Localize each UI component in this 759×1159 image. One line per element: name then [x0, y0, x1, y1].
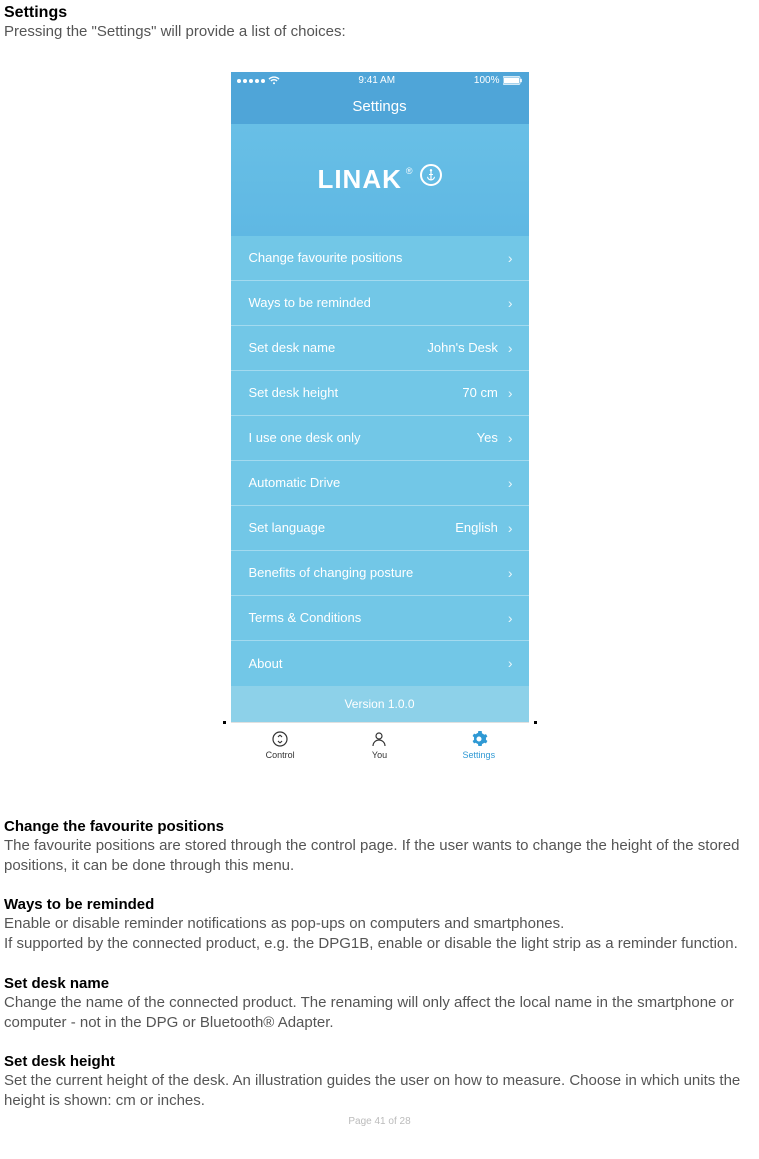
page-title: Settings — [0, 0, 759, 22]
tab-label: Control — [266, 750, 295, 760]
status-right: 100% — [474, 75, 523, 86]
row-label: Set language — [249, 520, 456, 535]
tab-control[interactable]: Control — [231, 723, 330, 768]
section-body: The favourite positions are stored throu… — [0, 836, 759, 877]
row-label: Set desk name — [249, 340, 428, 355]
phone-frame: 9:41 AM 100% Settings LINAK ® Change favo… — [231, 72, 529, 768]
section-set-desk-name: Set desk name Change the name of the con… — [0, 975, 759, 1034]
battery-percent: 100% — [474, 75, 500, 86]
logo-text: LINAK — [317, 164, 401, 195]
crop-mark-icon — [534, 721, 537, 724]
gear-icon — [470, 730, 488, 748]
section-heading: Change the favourite positions — [0, 818, 759, 835]
row-label: Automatic Drive — [249, 475, 508, 490]
status-left — [237, 76, 280, 85]
row-one-desk-only[interactable]: I use one desk only Yes › — [231, 416, 529, 461]
settings-list: Change favourite positions › Ways to be … — [231, 236, 529, 686]
row-set-language[interactable]: Set language English › — [231, 506, 529, 551]
section-heading: Set desk name — [0, 975, 759, 992]
section-heading: Ways to be reminded — [0, 896, 759, 913]
row-terms-conditions[interactable]: Terms & Conditions › — [231, 596, 529, 641]
section-set-desk-height: Set desk height Set the current height o… — [0, 1053, 759, 1112]
chevron-right-icon: › — [508, 386, 513, 400]
row-set-desk-name[interactable]: Set desk name John's Desk › — [231, 326, 529, 371]
row-label: Benefits of changing posture — [249, 565, 508, 580]
linak-logo: LINAK ® — [317, 164, 441, 195]
signal-dots-icon — [237, 79, 265, 83]
chevron-right-icon: › — [508, 656, 513, 670]
tab-settings[interactable]: Settings — [429, 723, 528, 768]
chevron-right-icon: › — [508, 476, 513, 490]
row-about[interactable]: About › — [231, 641, 529, 686]
section-body: Change the name of the connected product… — [0, 993, 759, 1034]
row-automatic-drive[interactable]: Automatic Drive › — [231, 461, 529, 506]
chevron-right-icon: › — [508, 296, 513, 310]
row-ways-to-be-reminded[interactable]: Ways to be reminded › — [231, 281, 529, 326]
chevron-right-icon: › — [508, 566, 513, 580]
crop-mark-icon — [223, 721, 226, 724]
section-body: Enable or disable reminder notifications… — [0, 914, 759, 955]
user-icon — [370, 730, 388, 748]
chevron-right-icon: › — [508, 341, 513, 355]
battery-icon — [503, 76, 523, 85]
section-body: Set the current height of the desk. An i… — [0, 1071, 759, 1112]
anchor-icon — [426, 169, 436, 181]
chevron-right-icon: › — [508, 431, 513, 445]
version-footer: Version 1.0.0 — [231, 686, 529, 722]
row-value: English — [455, 520, 508, 535]
row-label: Terms & Conditions — [249, 610, 508, 625]
row-value: John's Desk — [427, 340, 507, 355]
control-icon — [271, 730, 289, 748]
row-benefits-posture[interactable]: Benefits of changing posture › — [231, 551, 529, 596]
row-value: 70 cm — [462, 385, 507, 400]
intro-text: Pressing the "Settings" will provide a l… — [0, 22, 759, 42]
row-change-favourite-positions[interactable]: Change favourite positions › — [231, 236, 529, 281]
row-label: About — [249, 656, 508, 671]
chevron-right-icon: › — [508, 251, 513, 265]
status-bar: 9:41 AM 100% — [231, 72, 529, 90]
chevron-right-icon: › — [508, 611, 513, 625]
chevron-right-icon: › — [508, 521, 513, 535]
section-ways-to-be-reminded: Ways to be reminded Enable or disable re… — [0, 896, 759, 955]
version-text: Version 1.0.0 — [344, 697, 414, 711]
row-label: Ways to be reminded — [249, 295, 508, 310]
registered-icon: ® — [406, 166, 414, 176]
tab-bar: Control You Settings — [231, 722, 529, 768]
page-number: Page 41 of 28 — [0, 1116, 759, 1131]
section-change-favourite-positions: Change the favourite positions The favou… — [0, 818, 759, 877]
tab-label: You — [372, 750, 387, 760]
phone-screenshot-wrap: 9:41 AM 100% Settings LINAK ® Change favo… — [0, 72, 759, 768]
navbar-title: Settings — [352, 98, 406, 115]
section-heading: Set desk height — [0, 1053, 759, 1070]
tab-you[interactable]: You — [330, 723, 429, 768]
wifi-icon — [268, 76, 280, 85]
row-label: I use one desk only — [249, 430, 477, 445]
logo-circle-icon — [420, 164, 442, 186]
navbar: Settings — [231, 90, 529, 124]
row-set-desk-height[interactable]: Set desk height 70 cm › — [231, 371, 529, 416]
row-label: Set desk height — [249, 385, 463, 400]
logo-band: LINAK ® — [231, 124, 529, 236]
row-value: Yes — [477, 430, 508, 445]
status-time: 9:41 AM — [358, 75, 395, 86]
row-label: Change favourite positions — [249, 250, 508, 265]
tab-label: Settings — [463, 750, 496, 760]
